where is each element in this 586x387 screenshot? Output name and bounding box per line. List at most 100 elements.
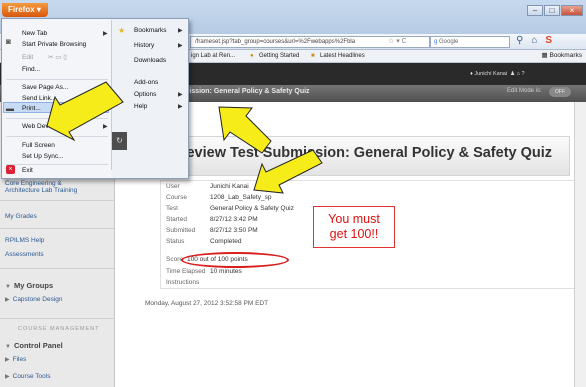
search-placeholder: Google <box>439 39 459 45</box>
callout-line: You must <box>328 212 380 226</box>
detail-label: User <box>166 183 180 190</box>
score-highlight-oval <box>181 252 289 268</box>
menu-save-page[interactable]: Save Page As... <box>22 82 68 93</box>
chevron-right-icon: ▶ <box>103 124 108 130</box>
menu-bookmarks[interactable]: Bookmarks <box>134 25 167 36</box>
detail-value: 10 minutes <box>210 268 242 275</box>
search-input[interactable]: g Google <box>430 36 510 48</box>
menu-private-browsing[interactable]: Start Private Browsing <box>22 39 86 50</box>
chevron-right-icon: ▶ <box>178 104 183 110</box>
chevron-right-icon: ▶ <box>178 28 183 34</box>
minimize-icon[interactable]: – <box>527 5 543 16</box>
files-label: Files <box>12 356 27 363</box>
person-icon[interactable]: ♟ <box>510 71 515 77</box>
detail-label: Started <box>166 216 187 223</box>
detail-label: Status <box>166 238 185 245</box>
addon-s-icon[interactable]: S <box>545 35 552 46</box>
menu-separator <box>6 79 108 80</box>
sidebar-item-assessments[interactable]: Assessments <box>5 251 44 259</box>
divider <box>0 268 115 269</box>
menu-edit: Edit <box>22 54 34 61</box>
divider <box>0 228 115 229</box>
header-username: Junichi Kanai <box>474 71 508 77</box>
exit-icon: × <box>6 165 15 174</box>
menu-addons[interactable]: Add-ons <box>134 77 158 88</box>
triangle-down-icon: ▼ <box>5 284 11 290</box>
menu-downloads[interactable]: Downloads <box>134 55 166 66</box>
firefox-menu-button[interactable]: Firefox ▾ <box>2 3 48 17</box>
divider <box>0 318 115 319</box>
bookmark-item[interactable]: ign Lab at Ren... <box>191 50 235 62</box>
detail-value: Junichi Kanai <box>210 183 249 190</box>
group-item-label: Capstone Design <box>12 296 63 303</box>
menu-print[interactable]: Print... <box>22 103 41 114</box>
menu-separator <box>6 136 108 137</box>
detail-value: General Policy & Safety Quiz <box>210 205 294 212</box>
my-groups-label: My Groups <box>13 281 54 290</box>
menu-sync[interactable]: Set Up Sync... <box>22 151 64 162</box>
bookmarks-menu[interactable]: ▦ Bookmarks <box>542 50 582 62</box>
footer-timestamp: Monday, August 27, 2012 3:52:58 PM EDT <box>145 300 269 307</box>
edit-mode-label: Edit Mode is: <box>507 88 542 94</box>
help-icon[interactable]: ? <box>521 71 524 77</box>
toolbar-icons: ⚲ ⌂ S <box>516 35 552 46</box>
mask-icon: ◙ <box>6 37 11 46</box>
menu-options[interactable]: Options <box>134 89 156 100</box>
chevron-right-icon: ▶ <box>103 31 108 37</box>
menu-history[interactable]: History <box>134 40 154 51</box>
detail-label: Submitted <box>166 227 196 234</box>
menu-help[interactable]: Help <box>134 101 147 112</box>
menu-full-screen[interactable]: Full Screen <box>22 140 55 151</box>
url-star-icon[interactable]: ☆ ▾ C <box>388 37 407 45</box>
edit-icons: ✂ ▭ ▯ <box>48 54 67 61</box>
magnifier-icon[interactable]: ⚲ <box>516 35 523 46</box>
page-title: Review Test Submission: General Policy &… <box>176 145 553 161</box>
edit-mode-toggle[interactable]: OFF <box>549 87 571 97</box>
control-panel-files[interactable]: ▶ Files <box>5 356 26 364</box>
detail-value: 8/27/12 3:50 PM <box>210 227 258 234</box>
sidebar-item-help[interactable]: RPILMS Help <box>5 237 44 245</box>
menu-new-tab[interactable]: New Tab <box>22 28 47 39</box>
detail-label: Instructions <box>166 279 200 286</box>
star-icon: ★ <box>118 26 126 35</box>
detail-label: Course <box>166 194 187 201</box>
menu-exit[interactable]: Exit <box>22 165 33 176</box>
printer-icon: ▬ <box>6 104 14 113</box>
my-groups-header[interactable]: ▼ My Groups <box>5 281 53 290</box>
triangle-right-icon: ▶ <box>5 374 10 380</box>
detail-value: 1208_Lab_Safety_sp <box>210 194 272 201</box>
control-panel-label: Control Panel <box>13 341 63 350</box>
triangle-down-icon: ▼ <box>5 344 11 350</box>
bookmark-item[interactable]: Getting Started <box>259 50 299 62</box>
home-nav-icon[interactable]: ⌂ <box>517 71 520 77</box>
control-panel-header[interactable]: ▼ Control Panel <box>5 341 63 350</box>
home-icon[interactable]: ⌂ <box>531 35 537 46</box>
detail-label: Time Elapsed <box>166 268 206 275</box>
menu-find[interactable]: Find... <box>22 64 40 75</box>
control-panel-course-tools[interactable]: ▶ Course Tools <box>5 373 50 381</box>
window-controls: – □ × <box>527 5 583 16</box>
chevron-right-icon: ▶ <box>178 43 183 49</box>
course-tools-label: Course Tools <box>12 373 51 380</box>
menu-separator <box>6 118 108 119</box>
chevron-right-icon: ▶ <box>178 92 183 98</box>
refresh-icon[interactable]: ↻ <box>112 132 127 150</box>
user-icon: ♦ <box>470 71 473 77</box>
course-link[interactable]: Architecture Lab Training <box>5 187 77 195</box>
bookmark-folder-icon: ● <box>250 53 254 59</box>
bookmark-item[interactable]: Latest Headlines <box>320 50 365 62</box>
vertical-scrollbar[interactable] <box>574 102 586 387</box>
user-menu[interactable]: ♦ Junichi Kanai ♟ ⌂ ? <box>470 71 525 77</box>
divider <box>0 200 115 201</box>
firefox-button-label: Firefox <box>8 5 35 14</box>
triangle-right-icon: ▶ <box>5 357 10 363</box>
sidebar-item-my-grades[interactable]: My Grades <box>5 213 37 221</box>
maximize-icon[interactable]: □ <box>544 5 560 16</box>
menu-web-developer[interactable]: Web Developer <box>22 121 67 132</box>
annotation-callout: You must get 100!! <box>313 206 395 248</box>
callout-line: get 100!! <box>329 227 379 241</box>
rss-icon: ■ <box>311 53 315 59</box>
course-management-header: COURSE MANAGEMENT <box>18 326 100 332</box>
close-icon[interactable]: × <box>561 5 583 16</box>
group-item[interactable]: ▶ Capstone Design <box>5 296 63 304</box>
